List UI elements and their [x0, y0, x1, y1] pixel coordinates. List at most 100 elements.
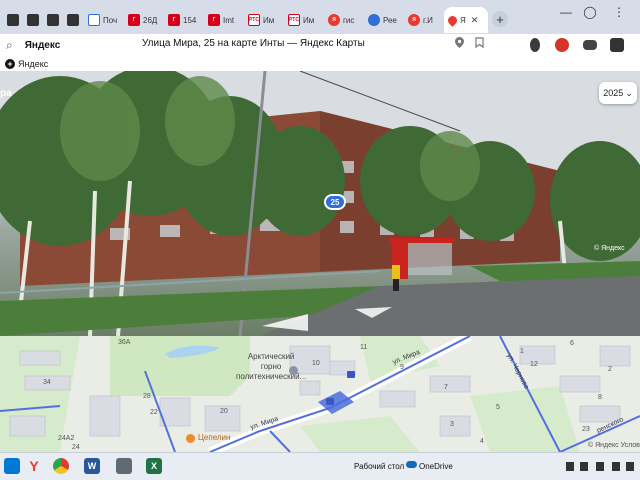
windows-icon[interactable] [4, 458, 20, 474]
tab-label: 26Д [143, 15, 158, 25]
more-menu-icon[interactable]: ⋮ [612, 4, 626, 20]
doc-icon: Г [208, 14, 220, 26]
tab-globe[interactable]: Рее [364, 7, 404, 33]
poi-label: Арктический [247, 352, 295, 361]
search-icon[interactable]: ⌕ [6, 38, 13, 53]
taskbar: Y W X Рабочий стол OneDrive [0, 452, 640, 480]
chevron-down-icon: ⌄ [625, 87, 633, 98]
new-tab-button[interactable]: + [492, 11, 508, 27]
yandex-browser-icon[interactable]: Y [26, 458, 42, 474]
chrome-icon[interactable] [53, 458, 69, 474]
close-icon[interactable]: ✕ [471, 15, 479, 26]
word-icon[interactable]: W [84, 458, 100, 474]
tab-label: Я [460, 15, 466, 25]
map-label: 8 [598, 394, 602, 401]
map-label: 24 [72, 444, 80, 451]
map-label: 28 [143, 393, 151, 400]
tab-label: Рее [383, 15, 397, 25]
tab-doc-1[interactable]: Г 26Д [124, 7, 164, 33]
bookmark-icon[interactable] [475, 37, 484, 51]
tray-icon[interactable] [612, 462, 620, 471]
tab-mail[interactable]: Поч [84, 7, 124, 33]
tab-label: г.И [423, 15, 433, 25]
tab-label: Им [263, 15, 275, 25]
yandex-icon: Я [328, 14, 340, 26]
tab-label: Им [303, 15, 315, 25]
cafe-icon [186, 433, 195, 443]
onedrive-label[interactable]: OneDrive [419, 462, 453, 471]
tab-label: 154 [183, 15, 197, 25]
year-selector[interactable]: 2025 ⌄ [599, 82, 637, 104]
bookmark-yandex[interactable]: Яндекс [18, 59, 48, 69]
map-label: 12 [530, 361, 538, 368]
map-label: 4 [480, 438, 484, 445]
desktop-toolbar-label[interactable]: Рабочий стол [354, 462, 404, 471]
tab-4[interactable] [64, 7, 84, 33]
poi-label: Цепелин [198, 433, 231, 442]
tab-label: Imt [223, 15, 235, 25]
onedrive-icon[interactable] [406, 461, 417, 468]
grid-icon [67, 14, 79, 26]
globe-icon [368, 14, 380, 26]
tray-icon[interactable] [596, 462, 604, 471]
tab-rtc-2[interactable]: РТС Им [284, 7, 324, 33]
map-label: 7 [444, 384, 448, 391]
grid-icon [7, 14, 19, 26]
tab-rtc-1[interactable]: РТС Им [244, 7, 284, 33]
tab-1[interactable] [4, 7, 24, 33]
map-label: 9 [400, 364, 404, 371]
map-canvas [0, 336, 640, 452]
street-view-title: ра [0, 88, 12, 99]
map-label: 10 [312, 360, 320, 367]
tab-doc-3[interactable]: Г Imt [204, 7, 244, 33]
map-label: 23 [582, 426, 590, 433]
tab-label: гис [343, 15, 355, 25]
university-icon[interactable] [289, 366, 298, 375]
page-title[interactable]: Улица Мира, 25 на карте Инты — Яндекс Ка… [142, 38, 365, 49]
address-bar[interactable]: ⌕ Яндекс Улица Мира, 25 на карте Инты — … [0, 34, 640, 56]
extension-icon[interactable] [610, 38, 624, 52]
tab-strip: Поч Г 26Д Г 154 Г Imt РТС Им РТС Им Ягис Рее … [0, 0, 640, 34]
minimize-button[interactable]: — [557, 4, 575, 20]
map-label: 5 [496, 404, 500, 411]
extension-icon[interactable] [530, 38, 540, 52]
extension-icon[interactable] [555, 38, 569, 52]
location-icon[interactable] [455, 37, 464, 51]
calculator-icon[interactable] [116, 458, 132, 474]
grid-icon [27, 14, 39, 26]
house-number-marker[interactable]: 25 [324, 194, 346, 210]
map-label: 24А2 [58, 435, 75, 442]
profile-avatar-icon[interactable]: ◯ [583, 4, 597, 20]
tray-icon[interactable] [566, 462, 574, 471]
tab-2[interactable] [24, 7, 44, 33]
extension-icon[interactable] [583, 40, 597, 50]
street-view-panorama[interactable]: ра 2025 ⌄ 25 © Яндекс [0, 71, 640, 336]
grid-icon [47, 14, 59, 26]
yandex-icon: Я [408, 14, 420, 26]
map-copyright[interactable]: © Яндекс Услов [588, 442, 640, 449]
map-pin-icon [446, 13, 459, 27]
tab-3[interactable] [44, 7, 64, 33]
mini-map[interactable]: 36А 34 28 22 20 24А2 24 11 9 7 6 5 3 2 8… [0, 336, 640, 452]
poi-cafe[interactable]: Цепелин [186, 433, 230, 443]
tab-label: Поч [103, 15, 118, 25]
plus-icon: + [5, 58, 15, 69]
tray-icon[interactable] [626, 462, 634, 471]
map-label: 11 [360, 344, 368, 351]
tab-yandex-2[interactable]: Яг.И [404, 7, 444, 33]
bookmarks-bar: + Яндекс [0, 56, 640, 71]
map-label: 3 [450, 421, 454, 428]
tab-active-yandex-maps[interactable]: Я ✕ [444, 7, 488, 33]
map-label: 2 [608, 366, 612, 373]
excel-icon[interactable]: X [146, 458, 162, 474]
map-label: 34 [43, 379, 51, 386]
doc-icon: Г [128, 14, 140, 26]
map-label: 1 [520, 348, 524, 355]
rtc-icon: РТС [288, 14, 300, 26]
tab-yandex-1[interactable]: Ягис [324, 7, 364, 33]
tray-icon[interactable] [580, 462, 588, 471]
doc-icon: Г [168, 14, 180, 26]
street-view-watermark: © Яндекс [594, 245, 625, 252]
tab-doc-2[interactable]: Г 154 [164, 7, 204, 33]
map-label: 20 [220, 408, 228, 415]
